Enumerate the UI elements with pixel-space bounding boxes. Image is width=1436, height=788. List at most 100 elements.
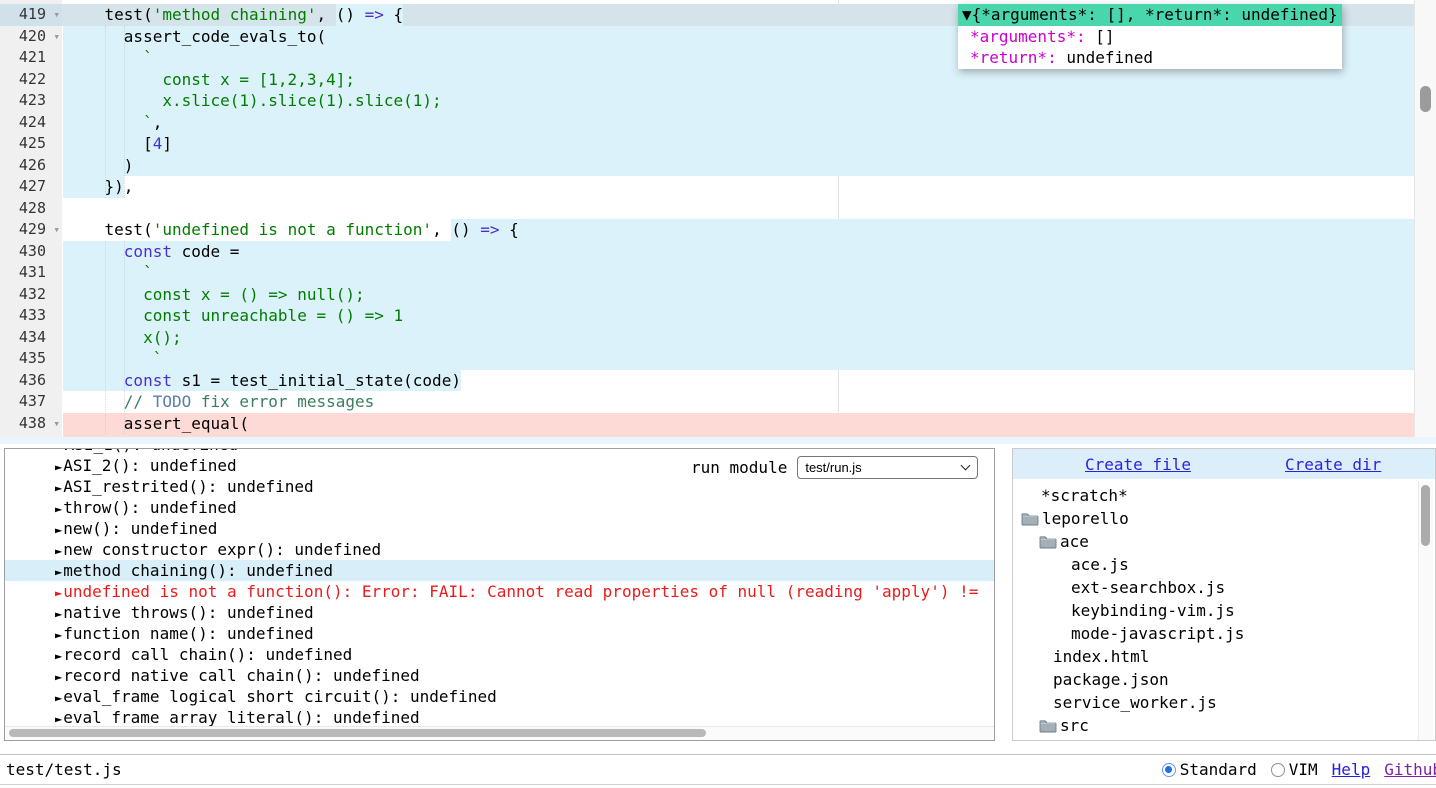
gutter-line-number[interactable]: 430 [0, 241, 62, 263]
test-result-item[interactable]: ►record native call chain(): undefined [5, 665, 994, 686]
radio-unselected-icon[interactable] [1271, 763, 1285, 777]
file-tree-file[interactable]: mode-javascript.js [1013, 622, 1435, 645]
file-tree-scrollbar-thumb[interactable] [1421, 485, 1430, 546]
expand-arrow-icon[interactable]: ► [55, 691, 62, 705]
value-inspector-header[interactable]: ▼{*arguments*: [], *return*: undefined} [958, 4, 1342, 26]
code-line[interactable]: test('method chaining', () => { [66, 4, 403, 26]
editor-scrollbar-thumb[interactable] [1420, 86, 1431, 112]
keybinding-standard-option[interactable]: Standard [1162, 760, 1257, 779]
expand-arrow-icon[interactable]: ► [55, 502, 62, 516]
help-link[interactable]: Help [1332, 760, 1371, 779]
code-line[interactable]: ` [66, 262, 153, 284]
gutter-line-number[interactable]: 419▾ [0, 4, 62, 26]
results-horizontal-scrollbar[interactable] [5, 726, 994, 740]
results-scrollbar-thumb[interactable] [9, 729, 706, 737]
code-line[interactable]: x.slice(1).slice(1).slice(1); [66, 90, 442, 112]
expand-arrow-icon[interactable]: ► [55, 523, 62, 537]
file-tree-file[interactable]: ace.js [1013, 553, 1435, 576]
gutter-line-number[interactable]: 420▾ [0, 26, 62, 48]
keybinding-vim-option[interactable]: VIM [1271, 760, 1318, 779]
file-tree-file[interactable]: index.html [1013, 645, 1435, 668]
gutter-line-number[interactable]: 428 [0, 198, 62, 220]
gutter-line-number[interactable]: 427 [0, 176, 62, 198]
code-line[interactable]: ) [66, 155, 133, 177]
gutter-line-number[interactable]: 431 [0, 262, 62, 284]
file-tree-dir[interactable]: src [1013, 714, 1435, 737]
gutter-line-number[interactable]: 423 [0, 90, 62, 112]
expand-arrow-icon[interactable]: ► [55, 607, 62, 621]
test-result-item[interactable]: ►native throws(): undefined [5, 602, 994, 623]
expand-arrow-icon[interactable]: ► [55, 565, 62, 579]
file-tree-scrollbar[interactable] [1418, 481, 1433, 740]
code-line[interactable]: const x = [1,2,3,4]; [66, 69, 355, 91]
code-line[interactable]: const unreachable = () => 1 [66, 305, 403, 327]
file-tree-file[interactable]: ast_utils.js [1013, 737, 1435, 740]
fold-arrow-icon[interactable]: ▾ [53, 4, 60, 26]
code-line[interactable]: calltree_to_string(s1), [66, 434, 365, 437]
code-line[interactable]: ` [66, 348, 162, 370]
test-result-item[interactable]: ►record call chain(): undefined [5, 644, 994, 665]
code-line[interactable]: const code = [66, 241, 239, 263]
expand-arrow-icon[interactable]: ► [55, 649, 62, 663]
file-tree-file[interactable]: ext-searchbox.js [1013, 576, 1435, 599]
expand-arrow-icon[interactable]: ► [55, 481, 62, 495]
create-dir-link[interactable]: Create dir [1285, 455, 1381, 474]
value-inspector-row[interactable]: *arguments*: [] [958, 26, 1342, 48]
test-result-item[interactable]: ►function name(): undefined [5, 623, 994, 644]
file-tree-dir[interactable]: leporello [1013, 507, 1435, 530]
expand-arrow-icon[interactable]: ► [55, 628, 62, 642]
gutter-line-number[interactable]: 437 [0, 391, 62, 413]
editor-scrollbar[interactable] [1414, 0, 1436, 437]
expand-arrow-icon[interactable]: ► [55, 670, 62, 684]
code-line[interactable]: [4] [66, 133, 172, 155]
code-line[interactable]: ` [66, 47, 153, 69]
file-tree-file[interactable]: service_worker.js [1013, 691, 1435, 714]
test-result-item[interactable]: ►throw(): undefined [5, 497, 994, 518]
code-line[interactable]: const x = () => null(); [66, 284, 365, 306]
run-module-select[interactable]: test/run.js [797, 456, 978, 479]
create-file-link[interactable]: Create file [1085, 455, 1191, 474]
code-line[interactable]: assert_code_evals_to( [66, 26, 326, 48]
test-result-item[interactable]: ►new constructor expr(): undefined [5, 539, 994, 560]
test-result-item[interactable]: ►ASI_restrited(): undefined [5, 476, 994, 497]
code-line[interactable]: assert_equal( [66, 413, 249, 435]
code-line[interactable]: `, [66, 112, 162, 134]
file-tree-file[interactable]: *scratch* [1013, 484, 1435, 507]
editor-gutter[interactable]: 419▾420▾421422423424425426427428429▾4304… [0, 0, 62, 437]
value-inspector-row[interactable]: *return*: undefined [958, 47, 1342, 69]
gutter-line-number[interactable]: 425 [0, 133, 62, 155]
gutter-line-number[interactable]: 432 [0, 284, 62, 306]
test-result-item[interactable]: ►eval_frame logical short circuit(): und… [5, 686, 994, 707]
code-line[interactable]: test('undefined is not a function', () =… [66, 219, 519, 241]
expand-arrow-icon[interactable]: ► [55, 586, 62, 600]
expand-arrow-icon[interactable]: ► [55, 712, 62, 726]
test-result-item[interactable]: ►eval_frame array_literal(): undefined [5, 707, 994, 728]
test-result-item[interactable]: ►undefined is not a function(): Error: F… [5, 581, 994, 602]
file-tree-file[interactable]: keybinding-vim.js [1013, 599, 1435, 622]
code-line[interactable]: x(); [66, 327, 182, 349]
code-line[interactable]: }), [66, 176, 133, 198]
gutter-line-number[interactable]: 426 [0, 155, 62, 177]
file-tree-dir[interactable]: ace [1013, 530, 1435, 553]
gutter-line-number[interactable]: 429▾ [0, 219, 62, 241]
github-link[interactable]: Github [1384, 760, 1436, 779]
gutter-line-number[interactable]: 435 [0, 348, 62, 370]
fold-arrow-icon[interactable]: ▾ [53, 219, 60, 241]
gutter-line-number[interactable]: 438▾ [0, 413, 62, 435]
expand-arrow-icon[interactable]: ► [55, 460, 62, 474]
test-result-item[interactable]: ►method chaining(): undefined [5, 560, 994, 581]
gutter-line-number[interactable]: 421 [0, 47, 62, 69]
expand-arrow-icon[interactable]: ► [55, 544, 62, 558]
fold-arrow-icon[interactable]: ▾ [53, 26, 60, 48]
gutter-line-number[interactable]: 434 [0, 327, 62, 349]
code-editor[interactable]: 419▾420▾421422423424425426427428429▾4304… [0, 0, 1436, 437]
file-tree-file[interactable]: package.json [1013, 668, 1435, 691]
fold-arrow-icon[interactable]: ▾ [53, 413, 60, 435]
test-result-item[interactable]: ►new(): undefined [5, 518, 994, 539]
code-line[interactable]: const s1 = test_initial_state(code) [66, 370, 461, 392]
gutter-line-number[interactable]: 439 [0, 434, 62, 437]
gutter-line-number[interactable]: 433 [0, 305, 62, 327]
code-line[interactable]: // TODO fix error messages [66, 391, 374, 413]
gutter-line-number[interactable]: 436 [0, 370, 62, 392]
radio-selected-icon[interactable] [1162, 763, 1176, 777]
